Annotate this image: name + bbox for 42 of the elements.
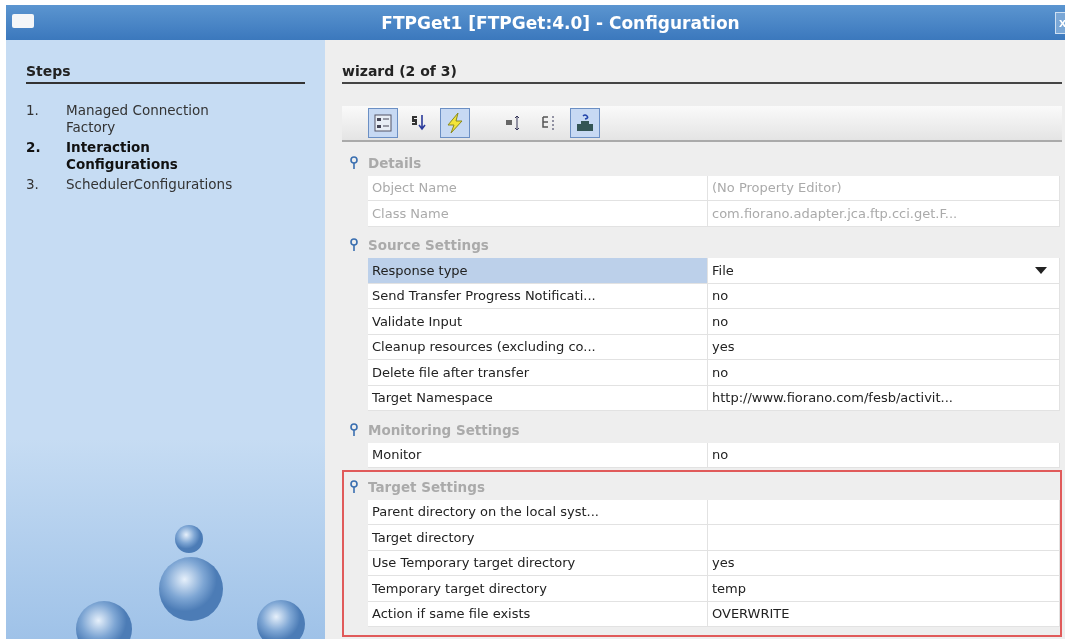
- toolbar-button[interactable]: [570, 108, 600, 138]
- pin-icon: [348, 479, 360, 494]
- collapse-icon: [541, 114, 557, 132]
- lightning-icon: [444, 112, 466, 134]
- property-value[interactable]: OVERWRITE: [708, 601, 1060, 627]
- property-name[interactable]: Response type: [368, 258, 708, 284]
- dropdown-caret-icon[interactable]: [1035, 266, 1047, 274]
- property-value[interactable]: temp: [708, 576, 1060, 602]
- property-name[interactable]: Send Transfer Progress Notificati...: [368, 283, 708, 309]
- sort-icon: [410, 113, 428, 133]
- property-value[interactable]: no: [708, 360, 1060, 386]
- property-name[interactable]: Target Namespace: [368, 385, 708, 411]
- property-name[interactable]: Temporary target directory: [368, 576, 708, 602]
- property-name[interactable]: Use Temporary target directory: [368, 550, 708, 576]
- steps-heading: Steps: [26, 63, 305, 84]
- window-title: FTPGet1 [FTPGet:4.0] - Configuration: [380, 12, 740, 33]
- property-value[interactable]: no: [708, 283, 1060, 309]
- property-name[interactable]: Action if same file exists: [368, 601, 708, 627]
- pin-icon: [348, 422, 360, 437]
- property-value[interactable]: no: [708, 442, 1060, 468]
- help-icon: [575, 113, 595, 133]
- toolbar-button[interactable]: [368, 108, 398, 138]
- step-item[interactable]: 2. Interaction Configurations: [26, 139, 305, 173]
- property-value[interactable]: File: [708, 258, 1060, 284]
- wizard-heading: wizard (2 of 3): [342, 63, 1062, 84]
- property-value[interactable]: no: [708, 309, 1060, 335]
- property-value[interactable]: yes: [708, 550, 1060, 576]
- window-icon: [12, 14, 34, 28]
- property-name[interactable]: Cleanup resources (excluding co...: [368, 334, 708, 360]
- pin-icon: [348, 238, 360, 253]
- property-name[interactable]: Target directory: [368, 525, 708, 551]
- property-name[interactable]: Monitor: [368, 442, 708, 468]
- property-value[interactable]: yes: [708, 334, 1060, 360]
- expand-icon: [505, 114, 521, 132]
- property-name[interactable]: Validate Input: [368, 309, 708, 335]
- step-item[interactable]: 1. Managed Connection Factory: [26, 102, 305, 136]
- categorized-icon: [374, 114, 392, 132]
- pin-icon: [348, 155, 360, 170]
- property-value[interactable]: http://www.fiorano.com/fesb/activit...: [708, 385, 1060, 411]
- property-name[interactable]: Parent directory on the local syst...: [368, 499, 708, 525]
- step-item[interactable]: 3. SchedulerConfigurations: [26, 176, 305, 193]
- property-name[interactable]: Delete file after transfer: [368, 360, 708, 386]
